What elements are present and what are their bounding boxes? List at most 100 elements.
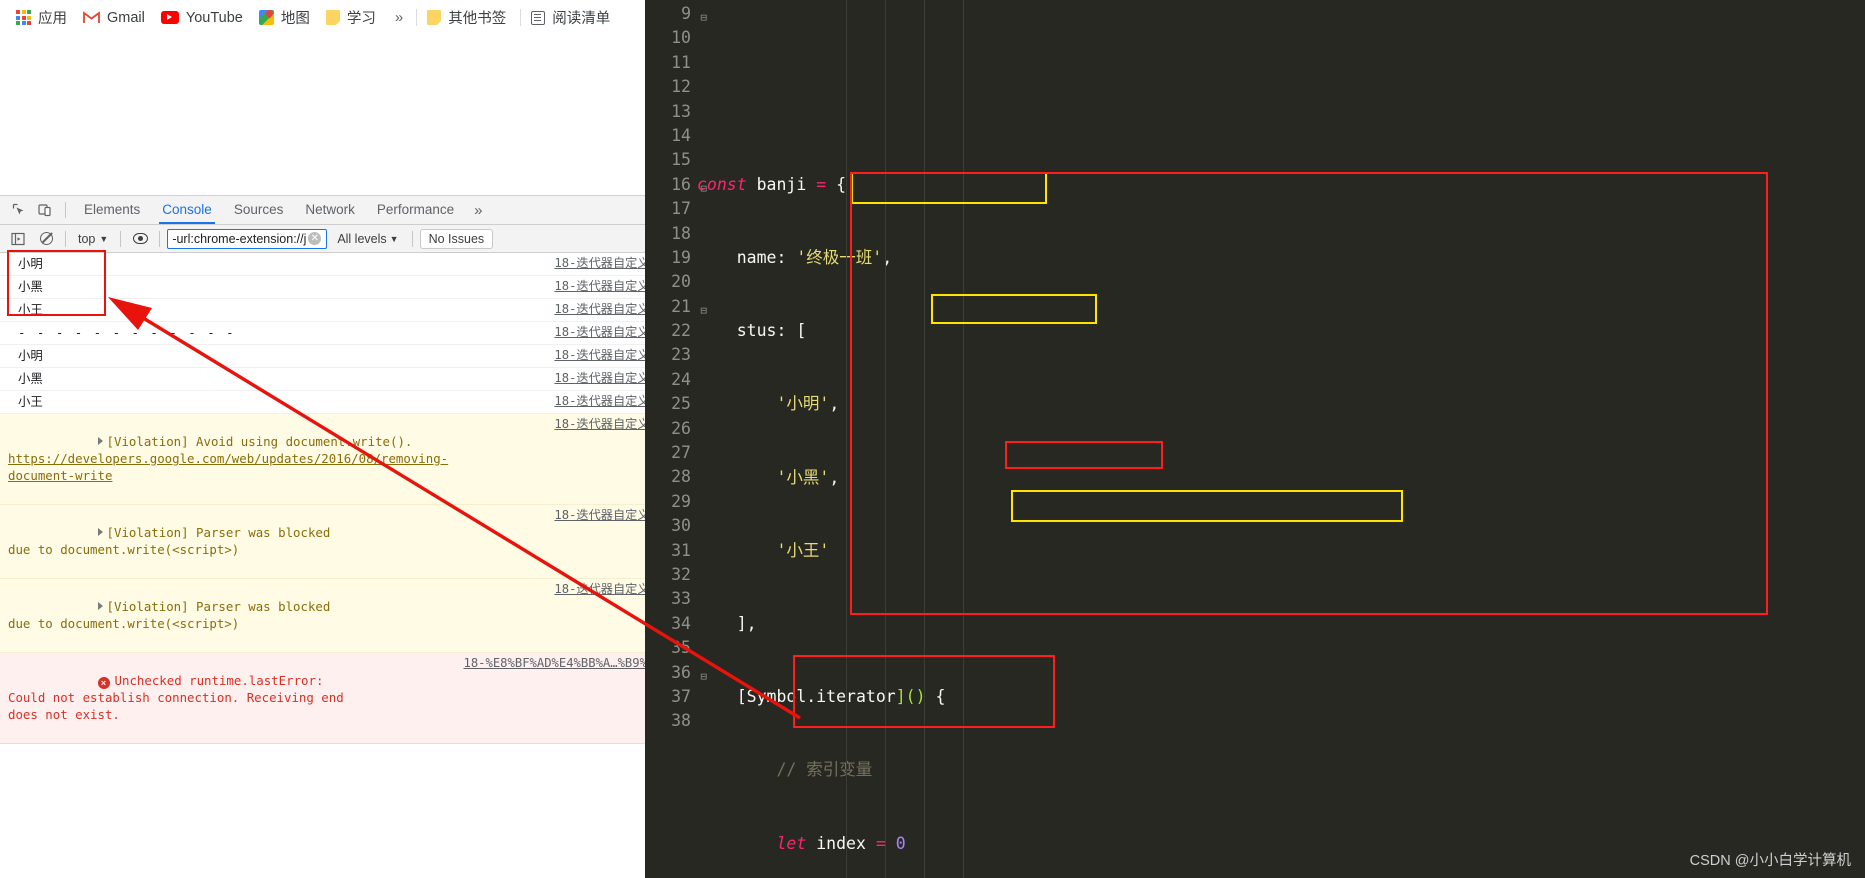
filter-divider [411, 230, 413, 247]
code-line: let index = 0 [776, 833, 906, 853]
bookmarks-overflow-icon[interactable]: » [386, 9, 412, 26]
console-filter-input[interactable] [172, 231, 309, 246]
code-line: const banji = { [697, 174, 847, 194]
execution-context-selector[interactable]: top ▼ [73, 230, 113, 248]
line-number: 10 [671, 28, 691, 48]
bookmark-label: 其他书签 [448, 11, 507, 27]
console-message: [Violation] Avoid using document.write()… [106, 434, 420, 449]
bookmark-other-bookmarks[interactable]: 其他书签 [421, 4, 516, 31]
reading-list-button[interactable]: 阅读清单 [525, 4, 620, 31]
folder-icon [427, 10, 442, 25]
line-number: 28 [671, 467, 691, 487]
bookmark-maps[interactable]: 地图 [253, 4, 320, 31]
expand-triangle-icon[interactable] [97, 528, 103, 536]
console-filter-input-wrapper[interactable]: ✕ [167, 228, 328, 249]
expand-triangle-icon[interactable] [97, 602, 103, 610]
code-line: stus: [ [736, 321, 807, 341]
line-number: 16 ⊟ [645, 173, 707, 197]
violation-link[interactable]: https://developers.google.com/web/update… [8, 451, 448, 483]
line-number: 34 [671, 613, 691, 633]
line-number: 21 ⊟ [645, 295, 707, 319]
line-number: 9 ⊟ [645, 2, 707, 26]
line-number: 36 ⊟ [645, 661, 707, 685]
youtube-icon [160, 11, 179, 24]
log-levels-label: All levels [337, 231, 387, 246]
watermark: CSDN @小小白学计算机 [1689, 853, 1851, 869]
line-number: 25 [671, 394, 691, 414]
line-number: 14 [671, 125, 691, 145]
line-number: 12 [671, 77, 691, 97]
bookmark-label: 地图 [280, 11, 310, 27]
line-number: 31 [671, 540, 691, 560]
line-number: 26 [671, 418, 691, 438]
line-number: 24 [671, 369, 691, 389]
clear-console-icon[interactable] [34, 227, 58, 251]
bookmark-gmail[interactable]: Gmail [77, 7, 155, 29]
console-message: Unchecked runtime.lastError: Could not e… [8, 673, 352, 722]
bookmark-label: Gmail [107, 9, 145, 26]
tab-network[interactable]: Network [294, 197, 366, 223]
console-message: 小王 [18, 302, 43, 317]
console-message: 小明 [18, 348, 43, 363]
clear-input-icon[interactable]: ✕ [308, 232, 322, 245]
console-message: 小王 [18, 394, 43, 409]
line-number-gutter: 9 ⊟ 10 11 12 13 14 15 16 ⊟ 17 18 19 20 21 ⊟… [645, 0, 707, 878]
filter-divider [65, 230, 66, 247]
issues-button[interactable]: No Issues [419, 228, 494, 249]
line-number: 30 [671, 516, 691, 536]
screenshot-root: 应用 Gmail YouTube 地图 学习 » 其他书签 阅读清单 Eleme… [0, 0, 1865, 878]
error-icon: × [97, 677, 110, 689]
console-sidebar-icon[interactable] [6, 227, 30, 251]
code-line: '小明', [776, 394, 840, 414]
line-number: 35 [671, 638, 691, 658]
console-message: - - - - - - - - - - - - [18, 325, 236, 340]
device-toolbar-icon[interactable] [32, 197, 58, 223]
apps-grid-icon [16, 10, 31, 25]
code-line: '小黑', [776, 467, 840, 487]
bookmark-youtube[interactable]: YouTube [155, 7, 253, 29]
console-message: [Violation] Parser was blocked due to do… [8, 599, 338, 631]
code-line: name: '终极一班', [736, 248, 893, 268]
bookmark-study-folder[interactable]: 学习 [320, 4, 386, 31]
line-number: 27 [671, 443, 691, 463]
tab-sources[interactable]: Sources [223, 197, 295, 223]
line-number: 17 [671, 199, 691, 219]
tab-elements[interactable]: Elements [73, 197, 151, 223]
live-expression-icon[interactable] [128, 227, 152, 251]
gmail-icon [83, 11, 100, 24]
line-number: 38 [671, 711, 691, 731]
code-line: // 索引变量 [776, 760, 873, 780]
code-editor-panel[interactable]: 9 ⊟ 10 11 12 13 14 15 16 ⊟ 17 18 19 20 21 ⊟… [645, 0, 1865, 878]
line-number: 29 [671, 491, 691, 511]
line-number: 23 [671, 345, 691, 365]
line-number: 19 [671, 247, 691, 267]
line-number: 32 [671, 564, 691, 584]
code-line: '小王' [776, 540, 830, 560]
bookmark-label: YouTube [185, 9, 243, 26]
bookmark-label: 学习 [346, 11, 376, 27]
inspect-element-icon[interactable] [6, 197, 32, 223]
tab-performance[interactable]: Performance [366, 197, 465, 223]
code-content[interactable]: const banji = { name: '终极一班', stus: [ '小… [697, 0, 1432, 878]
bookmark-label: 应用 [38, 11, 67, 27]
line-number: 13 [671, 101, 691, 121]
toolbar-divider [65, 202, 66, 218]
bookmarks-divider [520, 9, 522, 26]
folder-icon [325, 10, 340, 25]
code-area: 9 ⊟ 10 11 12 13 14 15 16 ⊟ 17 18 19 20 21 ⊟… [645, 0, 1865, 878]
reading-list-icon [531, 10, 546, 25]
tab-console[interactable]: Console [151, 197, 223, 224]
filter-divider [159, 230, 161, 247]
console-message: 小黑 [18, 279, 43, 294]
filter-divider [120, 230, 122, 247]
expand-triangle-icon[interactable] [97, 437, 103, 445]
line-number: 18 [671, 223, 691, 243]
code-line: ], [697, 614, 757, 634]
line-number: 37 [671, 686, 691, 706]
log-levels-selector[interactable]: All levels ▼ [331, 230, 404, 248]
maps-icon [258, 10, 274, 25]
console-message: [Violation] Parser was blocked due to do… [8, 525, 338, 557]
bookmark-apps[interactable]: 应用 [10, 4, 77, 31]
console-message: 小黑 [18, 371, 43, 386]
more-tabs-icon[interactable]: » [465, 198, 491, 223]
